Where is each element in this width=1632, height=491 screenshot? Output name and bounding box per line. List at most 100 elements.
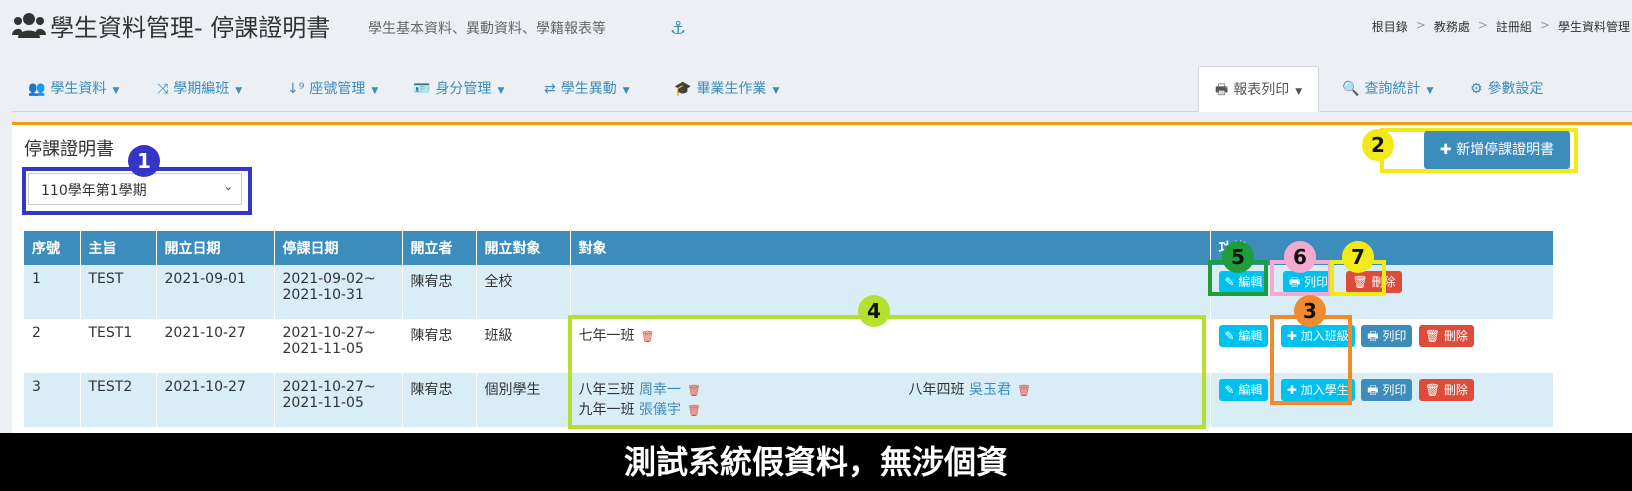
trash-icon: 🗑 <box>1352 275 1372 289</box>
caret-down-icon: ▼ <box>1426 86 1434 96</box>
trash-icon[interactable]: 🗑 <box>687 384 701 397</box>
cell-no: 1 <box>24 265 81 319</box>
edit-button[interactable]: ✎ 編輯 <box>1218 271 1269 293</box>
breadcrumb-item[interactable]: 學生資料管理 <box>1558 18 1630 35</box>
add-class-button[interactable]: ✚ 加入班級 <box>1280 325 1355 347</box>
cell-target: 七年一班 🗑 <box>570 319 1211 373</box>
cell-subject: TEST1 <box>80 319 157 373</box>
caret-down-icon: ▼ <box>112 86 120 96</box>
cell-stop-date: 2021-10-27~ 2021-11-05 <box>274 373 403 427</box>
edit-icon: ✎ <box>1224 383 1239 397</box>
student-name-link[interactable]: 張儀宇 <box>639 402 681 418</box>
nav-settings[interactable]: ⚙ 參數設定 <box>1470 66 1544 112</box>
student-name-link[interactable]: 周幸一 <box>639 382 681 398</box>
print-icon: 🖶 <box>1288 275 1304 289</box>
page-subtitle: 學生基本資料、異動資料、學籍報表等 <box>368 21 606 37</box>
suspension-table: 序號 主旨 開立日期 停課日期 開立者 開立對象 對象 功能 1 TEST 20… <box>24 231 1554 427</box>
exchange-icon: ⇄ <box>544 81 556 97</box>
nav-class-assign[interactable]: ⤨ 學期編班 ▼ <box>157 66 242 112</box>
annotation-badge-1: 1 <box>128 145 160 177</box>
plus-icon: ✚ <box>1439 142 1457 158</box>
trash-icon[interactable]: 🗑 <box>1017 384 1031 397</box>
cell-target: 八年三班 周幸一 🗑 八年四班 吳玉君 🗑 九年一班 張儀宇 🗑 <box>570 373 1211 427</box>
edit-icon: ✎ <box>1224 329 1239 343</box>
print-icon: 🖶 <box>1215 82 1229 98</box>
nav-query-stats[interactable]: 🔍 查詢統計 ▼ <box>1342 66 1433 112</box>
cell-actions: ✎ 編輯 ✚ 加入班級 🖶 列印 🗑 刪除 <box>1210 319 1554 373</box>
footer-caption: 測試系統假資料，無涉個資 <box>0 433 1632 491</box>
nav-identity[interactable]: 🪪 身分管理 ▼ <box>413 66 504 112</box>
add-suspension-button[interactable]: ✚ 新增停課證明書 <box>1424 131 1570 169</box>
breadcrumb-item[interactable]: 註冊組 <box>1496 18 1532 35</box>
nav-student-change[interactable]: ⇄ 學生異動 ▼ <box>544 66 630 112</box>
nav-report-print[interactable]: 🖶 報表列印 ▼ <box>1198 66 1320 112</box>
cell-issuer: 陳宥忠 <box>402 265 477 319</box>
table-row: 3 TEST2 2021-10-27 2021-10-27~ 2021-11-05… <box>24 373 1554 427</box>
page-header: 學生資料管理- 停課證明書 學生基本資料、異動資料、學籍報表等 ⚓ 根目錄 > 教… <box>0 0 1632 56</box>
trash-icon: 🗑 <box>1424 383 1444 397</box>
anchor-icon[interactable]: ⚓ <box>670 18 686 39</box>
col-header: 開立者 <box>402 231 477 265</box>
print-button[interactable]: 🖶 列印 <box>1282 271 1335 293</box>
nav-graduates[interactable]: 🎓 畢業生作業 ▼ <box>674 66 779 112</box>
cell-subject: TEST <box>80 265 157 319</box>
print-icon: 🖶 <box>1367 383 1383 397</box>
page-title: 學生資料管理- 停課證明書 <box>50 14 331 42</box>
cell-stop-date: 2021-09-02~ 2021-10-31 <box>274 265 403 319</box>
student-name-link[interactable]: 吳玉君 <box>969 382 1011 398</box>
cell-issuer: 陳宥忠 <box>402 319 477 373</box>
cell-target-type: 個別學生 <box>476 373 571 427</box>
table-row: 2 TEST1 2021-10-27 2021-10-27~ 2021-11-05… <box>24 319 1554 373</box>
cell-actions: ✎ 編輯 ✚ 加入學生 🖶 列印 🗑 刪除 <box>1210 373 1554 427</box>
edit-button[interactable]: ✎ 編輯 <box>1218 379 1269 401</box>
trash-icon[interactable]: 🗑 <box>687 404 701 417</box>
cell-target-type: 全校 <box>476 265 571 319</box>
users-icon: 👥 <box>28 81 46 97</box>
cell-issue-date: 2021-10-27 <box>156 319 275 373</box>
panel-title: 停課證明書 <box>24 139 114 160</box>
print-button[interactable]: 🖶 列印 <box>1361 379 1413 401</box>
delete-button[interactable]: 🗑 刪除 <box>1346 271 1402 293</box>
gear-icon: ⚙ <box>1470 81 1483 97</box>
student-class: 九年一班 <box>578 402 635 418</box>
breadcrumb-item[interactable]: 教務處 <box>1434 18 1470 35</box>
print-button[interactable]: 🖶 列印 <box>1361 325 1413 347</box>
caret-down-icon: ▼ <box>497 86 505 96</box>
delete-button[interactable]: 🗑 刪除 <box>1418 379 1474 401</box>
table-header-row: 序號 主旨 開立日期 停課日期 開立者 開立對象 對象 功能 <box>24 231 1554 265</box>
breadcrumb: 根目錄 > 教務處 > 註冊組 > 學生資料管理 <box>1371 18 1630 35</box>
nav-seat-number[interactable]: ↓⁹ 座號管理 ▼ <box>287 66 378 112</box>
col-header: 開立對象 <box>476 231 571 265</box>
annotation-badge-6: 6 <box>1284 241 1316 273</box>
trash-icon[interactable]: 🗑 <box>641 330 655 343</box>
print-icon: 🖶 <box>1367 329 1383 343</box>
graduation-cap-icon: 🎓 <box>674 81 692 97</box>
edit-icon: ✎ <box>1224 275 1239 289</box>
shuffle-icon: ⤨ <box>157 81 169 97</box>
add-student-button[interactable]: ✚ 加入學生 <box>1280 379 1355 401</box>
users-icon <box>12 10 46 44</box>
student-class: 八年三班 <box>578 382 635 398</box>
search-icon: 🔍 <box>1342 81 1360 97</box>
cell-subject: TEST2 <box>80 373 157 427</box>
cell-actions: ✎ 編輯 🖶 列印 🗑 刪除 <box>1210 265 1554 319</box>
annotation-badge-5: 5 <box>1222 241 1254 273</box>
cell-no: 2 <box>24 319 81 373</box>
col-header: 開立日期 <box>156 231 275 265</box>
sort-numeric-icon: ↓⁹ <box>287 81 305 97</box>
col-header: 功能 <box>1210 231 1554 265</box>
cell-issue-date: 2021-10-27 <box>156 373 275 427</box>
content-panel: 停課證明書 110學年第1學期 ⌄ 1 2 ✚ 新增停課證明書 序號 主旨 開立… <box>12 122 1632 452</box>
breadcrumb-item[interactable]: 根目錄 <box>1372 18 1408 35</box>
caret-down-icon: ▼ <box>235 86 243 96</box>
annotation-badge-7: 7 <box>1342 241 1374 273</box>
cell-issue-date: 2021-09-01 <box>156 265 275 319</box>
caret-down-icon: ▼ <box>1295 87 1303 97</box>
col-header: 主旨 <box>80 231 157 265</box>
main-nav: 👥 學生資料 ▼ ⤨ 學期編班 ▼ ↓⁹ 座號管理 ▼ 🪪 身分管理 ▼ ⇄ 學生異動 ▼ 🎓 畢業生… <box>12 66 1632 112</box>
plus-icon: ✚ <box>1286 329 1301 343</box>
col-header: 序號 <box>24 231 81 265</box>
edit-button[interactable]: ✎ 編輯 <box>1218 325 1269 347</box>
nav-student-data[interactable]: 👥 學生資料 ▼ <box>28 66 119 112</box>
delete-button[interactable]: 🗑 刪除 <box>1418 325 1474 347</box>
